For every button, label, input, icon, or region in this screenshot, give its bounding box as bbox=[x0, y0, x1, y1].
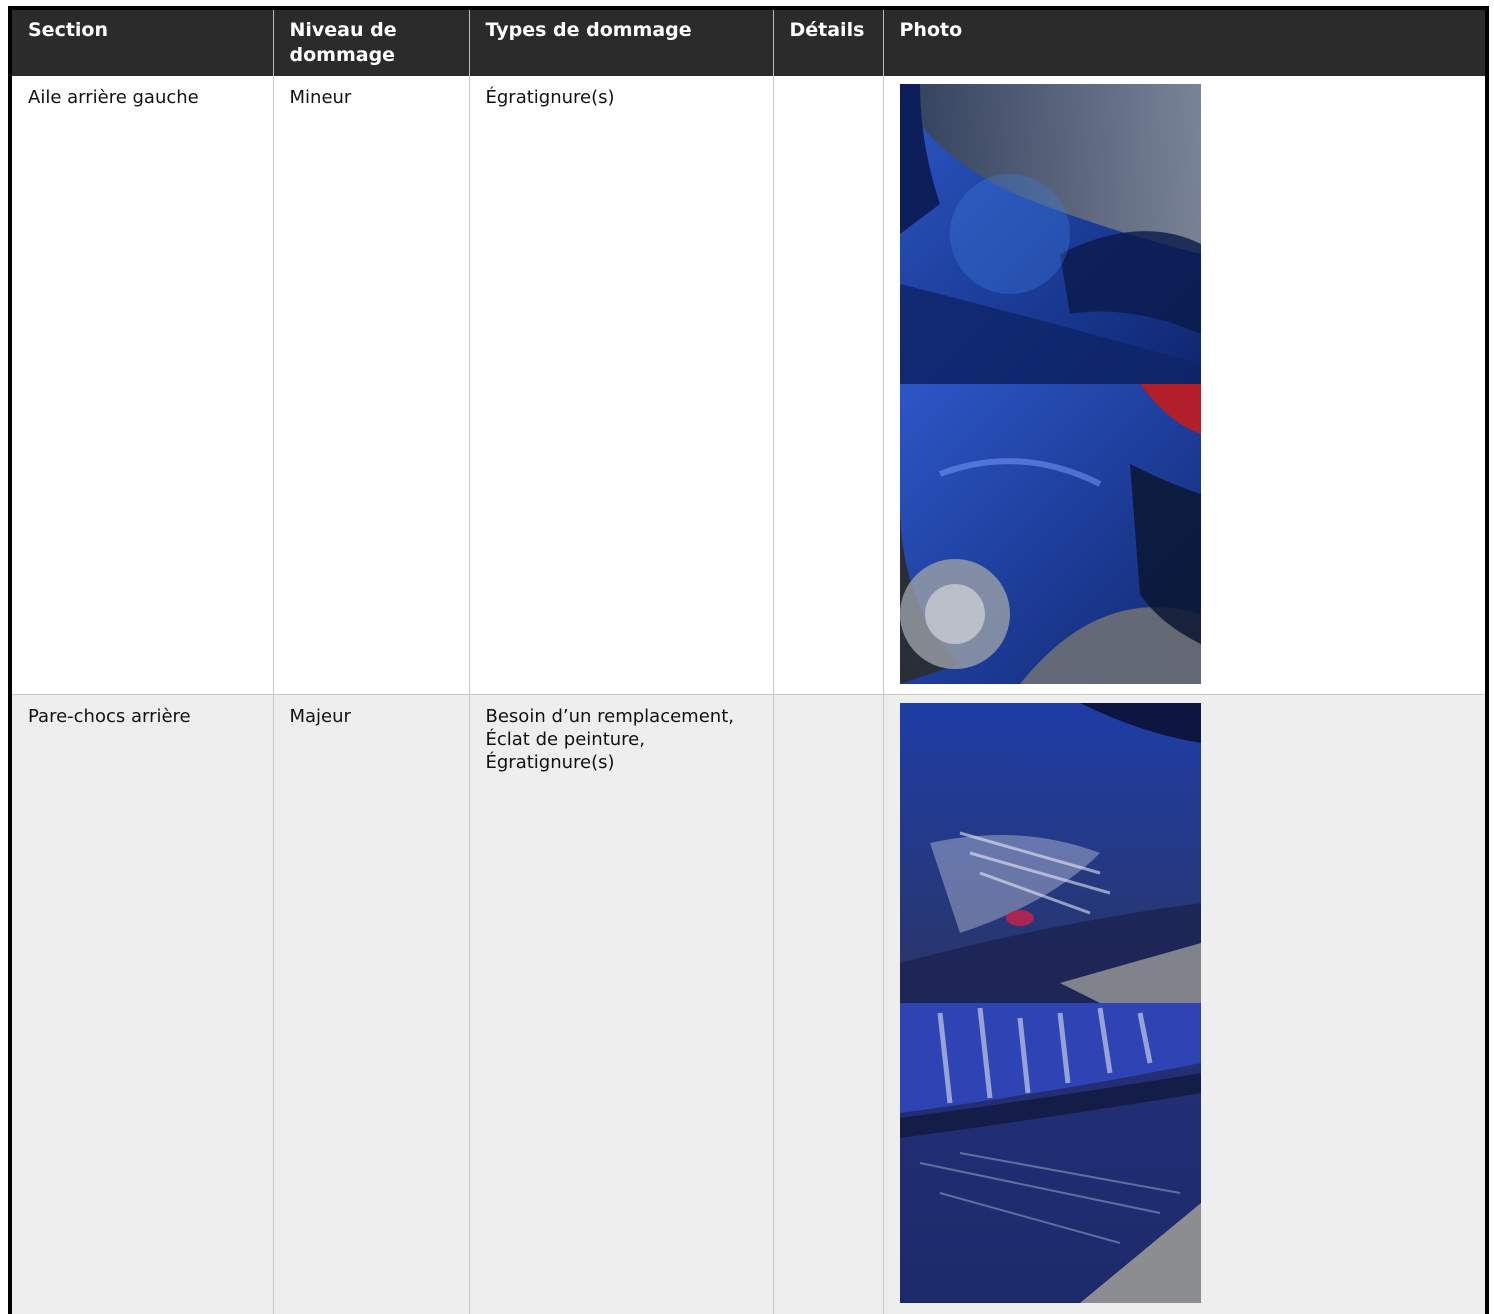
cell-types: Besoin d’un remplacement, Éclat de peint… bbox=[468, 694, 773, 1314]
header-niveau: Niveau de dommage bbox=[272, 10, 469, 76]
cell-photo bbox=[882, 76, 1485, 695]
car-fender-photo[interactable] bbox=[899, 84, 1201, 384]
table-row: Pare-chocs arrière Majeur Besoin d’un re… bbox=[12, 694, 1485, 1314]
cell-section: Pare-chocs arrière bbox=[12, 694, 273, 1314]
damage-type: Égratignure(s) bbox=[485, 751, 615, 773]
cell-niveau: Mineur bbox=[272, 76, 469, 695]
bumper-scratch-photo[interactable] bbox=[899, 702, 1201, 1003]
table-header-row: Section Niveau de dommage Types de domma… bbox=[12, 10, 1485, 76]
bumper-scuff-photo[interactable] bbox=[899, 1002, 1201, 1303]
header-types: Types de dommage bbox=[468, 10, 773, 76]
damage-type: Éclat de peinture, bbox=[485, 728, 645, 750]
header-photo: Photo bbox=[882, 10, 1485, 76]
cell-types: Égratignure(s) bbox=[468, 76, 773, 695]
header-details: Détails bbox=[772, 10, 883, 76]
header-section: Section bbox=[12, 10, 273, 76]
damage-report-frame: Section Niveau de dommage Types de domma… bbox=[8, 6, 1489, 1314]
cell-details bbox=[772, 76, 883, 695]
cell-niveau: Majeur bbox=[272, 694, 469, 1314]
cell-photo bbox=[882, 694, 1485, 1314]
damage-type: Égratignure(s) bbox=[485, 87, 615, 108]
cell-details bbox=[772, 694, 883, 1314]
damage-type: Besoin d’un remplacement, bbox=[485, 705, 734, 727]
car-rear-quarter-photo[interactable] bbox=[899, 384, 1201, 684]
cell-section: Aile arrière gauche bbox=[12, 76, 273, 695]
table-row: Aile arrière gauche Mineur Égratignure(s… bbox=[12, 76, 1485, 695]
damage-table: Section Niveau de dommage Types de domma… bbox=[12, 10, 1485, 1314]
